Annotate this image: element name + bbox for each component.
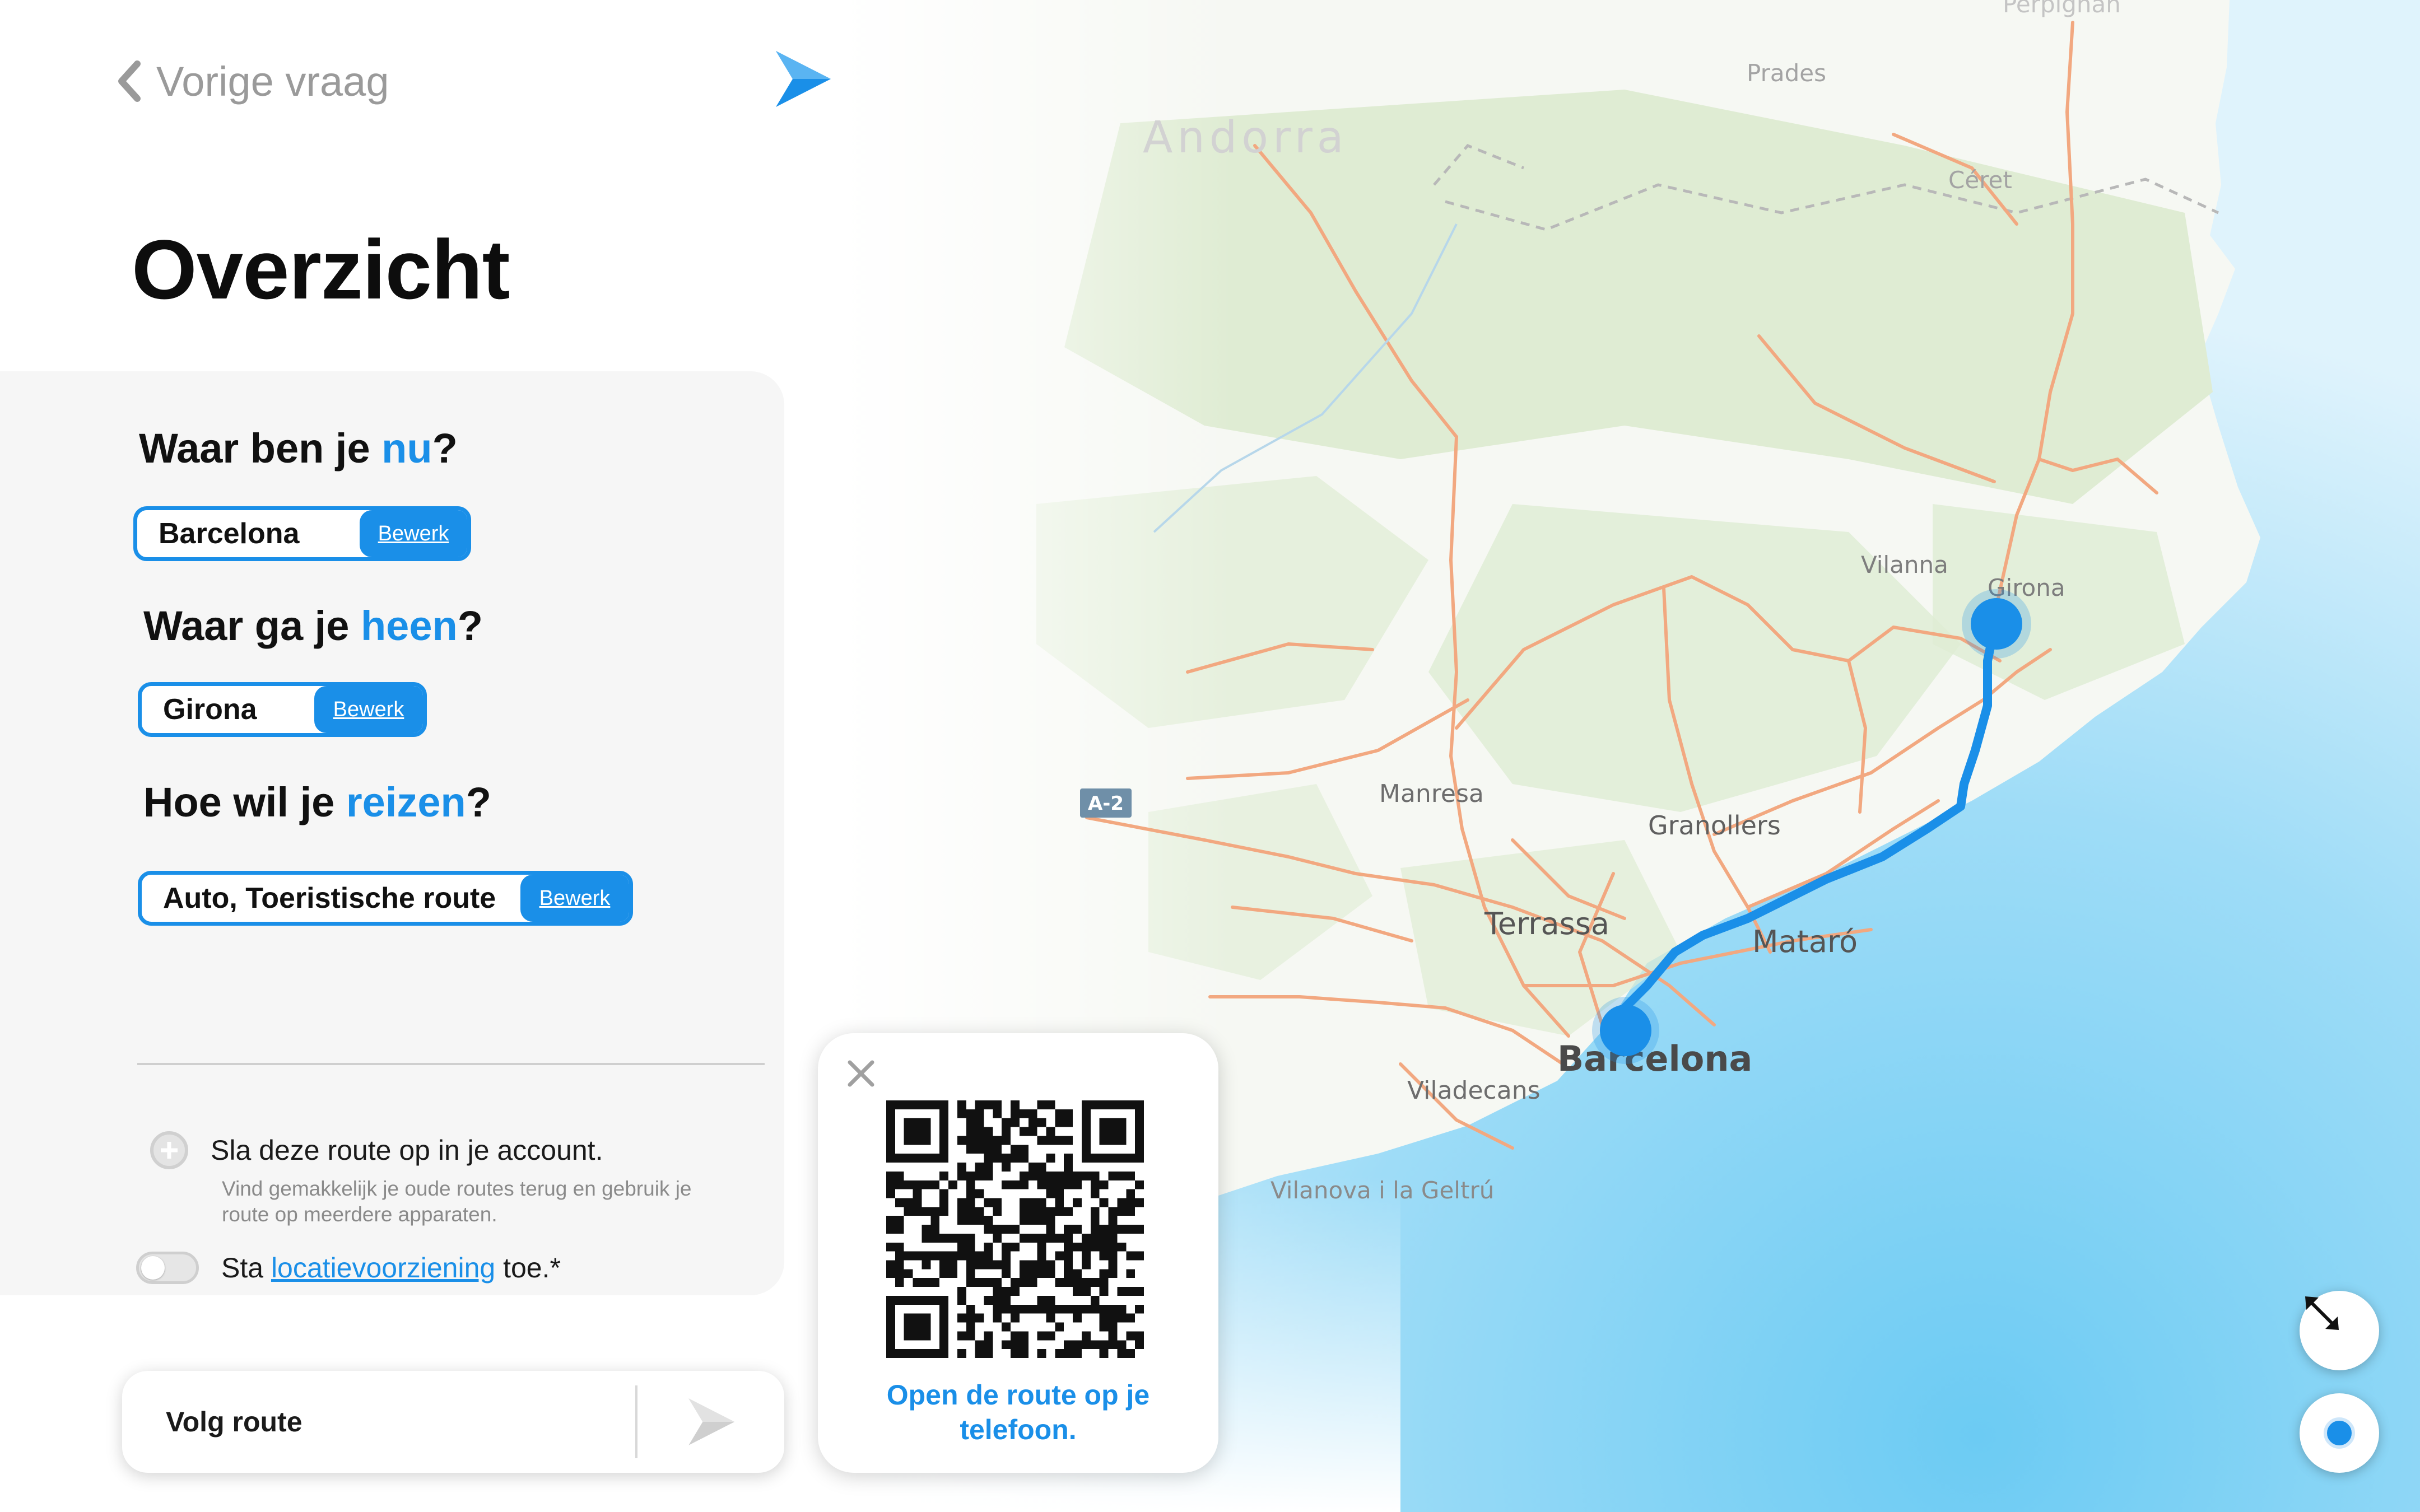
location-prefix: Sta [221, 1252, 271, 1284]
save-route-row[interactable]: Sla deze route op in je account. [150, 1131, 603, 1169]
from-field[interactable]: Barcelona Bewerk [133, 506, 471, 561]
qr-caption: Open de route op je telefoon. [886, 1379, 1150, 1445]
edit-from-button[interactable]: Bewerk [360, 510, 467, 557]
destination-pin[interactable] [1962, 589, 2031, 659]
page-title: Overzicht [132, 222, 510, 316]
to-value: Girona [163, 693, 257, 726]
road-shield-a2: A-2 [1080, 788, 1132, 818]
map-label-manresa: Manresa [1379, 780, 1484, 808]
location-link[interactable]: locatievoorziening [271, 1252, 495, 1284]
location-toggle[interactable] [136, 1252, 199, 1284]
follow-route-bar[interactable]: Volg route [122, 1371, 784, 1473]
close-icon[interactable] [843, 1056, 879, 1091]
map-label-vilanna: Vilanna [1861, 551, 1948, 578]
mode-field[interactable]: Auto, Toeristische route Bewerk [138, 871, 633, 926]
location-text: Sta locatievoorziening toe.* [221, 1252, 561, 1284]
question-from-prefix: Waar ben je [139, 425, 382, 472]
road-shield-label: A-2 [1088, 792, 1124, 815]
question-to: Waar ga je heen? [143, 602, 483, 650]
question-mode-highlight: reizen [346, 779, 466, 825]
map-label-mataro: Mataró [1752, 924, 1858, 959]
mode-value: Auto, Toeristische route [163, 882, 496, 914]
qr-card: Open de route op je telefoon. [818, 1033, 1218, 1473]
question-to-highlight: heen [360, 603, 458, 649]
back-label: Vorige vraag [156, 58, 389, 105]
question-mode-suffix: ? [466, 779, 491, 825]
map-label-perpignan: Perpignan [2003, 0, 2121, 18]
follow-route-button[interactable] [637, 1371, 784, 1473]
to-field[interactable]: Girona Bewerk [138, 682, 427, 737]
question-to-suffix: ? [457, 603, 483, 649]
plus-icon[interactable] [150, 1131, 188, 1169]
question-mode: Hoe wil je reizen? [143, 778, 491, 826]
location-suffix: toe.* [495, 1252, 561, 1284]
qr-code [886, 1100, 1144, 1358]
locate-button[interactable] [2300, 1393, 2379, 1473]
expand-map-button[interactable] [2300, 1291, 2379, 1370]
question-mode-prefix: Hoe wil je [143, 779, 346, 825]
edit-mode-button[interactable]: Bewerk [520, 875, 629, 922]
save-route-subtitle: Vind gemakkelijk je oude routes terug en… [222, 1177, 692, 1226]
back-button[interactable]: Vorige vraag [115, 53, 389, 109]
map-label-prades: Prades [1747, 59, 1826, 87]
origin-pin[interactable] [1592, 997, 1659, 1064]
map-label-vilanova: Vilanova i la Geltrú [1270, 1177, 1494, 1204]
map-label-andorra: Andorra [1143, 113, 1348, 163]
logo-icon [776, 51, 831, 107]
question-from-highlight: nu [381, 425, 432, 472]
edit-to-button[interactable]: Bewerk [314, 686, 423, 733]
map-label-terrassa: Terrassa [1484, 906, 1609, 941]
map-label-viladecans: Viladecans [1407, 1076, 1541, 1105]
from-value: Barcelona [159, 517, 300, 550]
locate-icon [2324, 1417, 2355, 1449]
map-label-granollers: Granollers [1648, 810, 1781, 841]
location-row: Sta locatievoorziening toe.* [136, 1252, 561, 1284]
navigation-arrow-icon [688, 1398, 735, 1445]
question-from-suffix: ? [432, 425, 458, 472]
map-label-ceret: Céret [1948, 166, 2012, 194]
save-route-label: Sla deze route op in je account. [211, 1135, 603, 1166]
expand-icon [2305, 1296, 2339, 1330]
question-to-prefix: Waar ga je [143, 603, 361, 649]
follow-route-label: Volg route [166, 1406, 302, 1438]
chevron-left-icon [118, 60, 141, 102]
question-from: Waar ben je nu? [139, 424, 458, 472]
divider [137, 1063, 765, 1065]
